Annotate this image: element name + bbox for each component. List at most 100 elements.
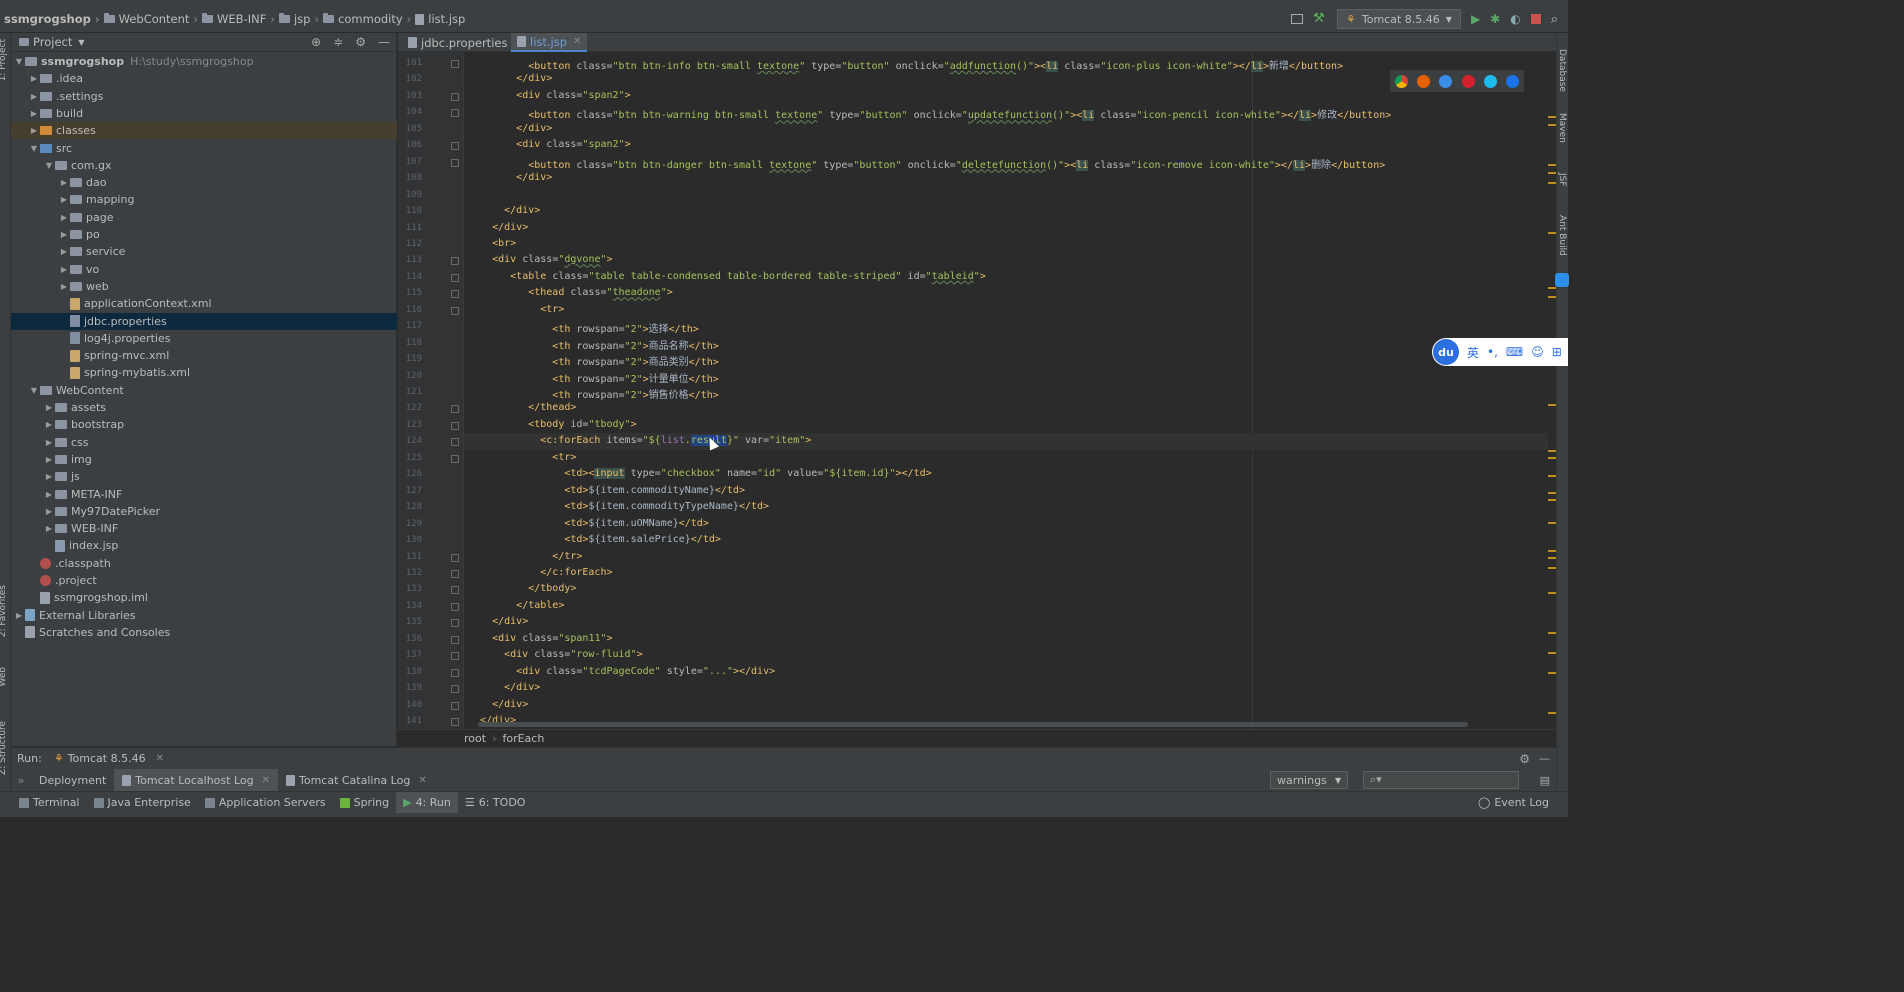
warning-marker[interactable] [1548,567,1556,569]
punctuation-icon[interactable]: •, [1487,345,1498,359]
chevron-right-icon[interactable]: ▶ [43,524,55,533]
tool-application-servers[interactable]: Application Servers [198,792,333,814]
tree-item[interactable]: ▶ dao [11,174,397,191]
fold-marker-icon[interactable] [451,257,459,266]
crumb-foreach[interactable]: forEach [502,732,544,745]
fold-marker-icon[interactable] [451,586,459,595]
fold-marker-icon[interactable] [451,668,459,677]
code-line[interactable]: </div> [468,616,528,627]
code-line[interactable]: <td>${item.salePrice}</td> [468,534,721,545]
code-line[interactable]: <div class="span2"> [468,90,630,101]
search-everywhere-icon[interactable]: ⌕ [1551,12,1558,27]
tree-item[interactable]: .project [11,572,397,589]
code-editor[interactable]: 101 102 103 104 105 106 107 108 109 110 111 112 113 1… [398,52,1548,729]
warning-marker[interactable] [1548,450,1556,452]
fold-marker-icon[interactable] [451,158,459,167]
chevron-right-icon[interactable]: ▶ [43,507,55,516]
tree-item[interactable]: ▼ ssmgrogshop H:\study\ssmgrogshop [11,53,397,70]
fold-marker-icon[interactable] [451,142,459,151]
tree-item[interactable]: ▶ web [11,278,397,295]
code-line[interactable]: </div> [468,205,540,216]
tree-item[interactable]: spring-mybatis.xml [11,364,397,381]
tab-jdbc-properties[interactable]: jdbc.properties ✕ [402,33,528,52]
fold-marker-icon[interactable] [451,619,459,628]
ant-build-tool-button[interactable]: Ant Build [1557,215,1567,256]
chevron-right-icon[interactable]: ▶ [43,490,55,499]
fold-marker-icon[interactable] [451,273,459,282]
tree-item[interactable]: ▶ .settings [11,88,397,105]
tree-item[interactable]: ssmgrogshop.iml [11,589,397,606]
tree-item[interactable]: ▶ My97DatePicker [11,503,397,520]
maven-tool-button[interactable]: Maven [1557,113,1567,143]
hide-icon[interactable]: — [378,35,390,49]
tree-item[interactable]: ▶ js [11,468,397,485]
tree-item[interactable]: applicationContext.xml [11,295,397,312]
warning-marker[interactable] [1548,182,1556,184]
tool-terminal[interactable]: Terminal [12,792,87,814]
chevron-down-icon[interactable]: ▼ [28,144,40,153]
jsf-tool-button[interactable]: JSF [1557,173,1567,187]
chevron-right-icon[interactable]: ▶ [58,213,70,222]
fold-marker-icon[interactable] [451,438,459,447]
close-icon[interactable]: ✕ [262,775,270,786]
grid-icon[interactable]: ⊞ [1552,345,1562,359]
chevron-right-icon[interactable]: ▶ [28,92,40,101]
code-line[interactable]: <button class="btn btn-warning btn-small… [468,106,1391,122]
warning-marker[interactable] [1548,296,1556,298]
tree-item[interactable]: ▶ css [11,434,397,451]
close-icon[interactable]: ✕ [418,775,426,786]
code-line[interactable]: </div> [468,73,552,84]
tree-item[interactable]: ▶ img [11,451,397,468]
firefox-icon[interactable] [1416,74,1430,88]
tree-item[interactable]: log4j.properties [11,330,397,347]
warning-marker[interactable] [1548,632,1556,634]
safari-icon[interactable] [1439,74,1453,88]
tree-item[interactable]: ▶ classes [11,122,397,140]
tree-item[interactable]: ▶ bootstrap [11,416,397,433]
warning-marker[interactable] [1548,116,1556,118]
chevron-right-icon[interactable]: ▶ [28,126,40,135]
chevron-right-icon[interactable]: ▶ [58,178,70,187]
fold-marker-icon[interactable] [451,454,459,463]
warning-marker[interactable] [1548,592,1556,594]
tab-deployment[interactable]: Deployment [31,769,114,791]
coverage-icon[interactable]: ◐ [1510,12,1520,26]
chevron-right-icon[interactable]: ▶ [43,403,55,412]
tree-item[interactable]: ▶ build [11,105,397,122]
code-line[interactable]: <div class="span2"> [468,139,630,150]
chrome-icon[interactable] [1394,74,1408,88]
soft-wrap-icon[interactable]: ▤ [1540,774,1550,787]
run-icon[interactable]: ▶ [1471,12,1480,26]
build-hammer-icon[interactable]: ⚒ [1313,12,1327,26]
tab-tomcat-localhost-log[interactable]: Tomcat Localhost Log ✕ [114,769,278,791]
warning-marker[interactable] [1548,287,1556,289]
crumb-1[interactable]: WebContent › [103,12,198,26]
chevron-right-icon[interactable]: ▶ [58,247,70,256]
warning-marker[interactable] [1548,652,1556,654]
code-line[interactable]: <div class="row-fluid"> [468,649,643,660]
stop-icon[interactable] [1530,14,1541,24]
code-line[interactable]: <th rowspan="2">选择</th> [468,320,698,335]
fold-marker-icon[interactable] [451,92,459,101]
tool-todo[interactable]: ☰ 6: TODO [458,792,533,814]
code-line[interactable]: </table> [468,600,564,611]
crumb-3[interactable]: jsp › [278,12,319,26]
keyboard-icon[interactable]: ⌨ [1506,345,1523,359]
code-line[interactable]: <th rowspan="2">商品名称</th> [468,337,718,352]
gear-icon[interactable]: ⚙ [355,35,366,49]
code-line[interactable]: <tr> [468,304,564,315]
fold-marker-icon[interactable] [451,718,459,726]
user-icon[interactable]: ☺ [1531,345,1544,359]
fold-marker-icon[interactable] [451,635,459,644]
chevron-right-icon[interactable]: ▶ [43,472,55,481]
code-line[interactable]: </div> [468,699,528,710]
fold-marker-icon[interactable] [451,405,459,414]
fold-marker-icon[interactable] [451,685,459,694]
tree-item[interactable]: ▶ WEB-INF [11,520,397,537]
layout-icon[interactable] [1291,14,1304,24]
code-line[interactable]: <button class="btn btn-danger btn-small … [468,156,1385,171]
fold-marker-icon[interactable] [451,306,459,315]
crumb-4[interactable]: commodity › [323,12,411,26]
fold-marker-icon[interactable] [451,602,459,611]
warning-marker[interactable] [1548,712,1556,714]
